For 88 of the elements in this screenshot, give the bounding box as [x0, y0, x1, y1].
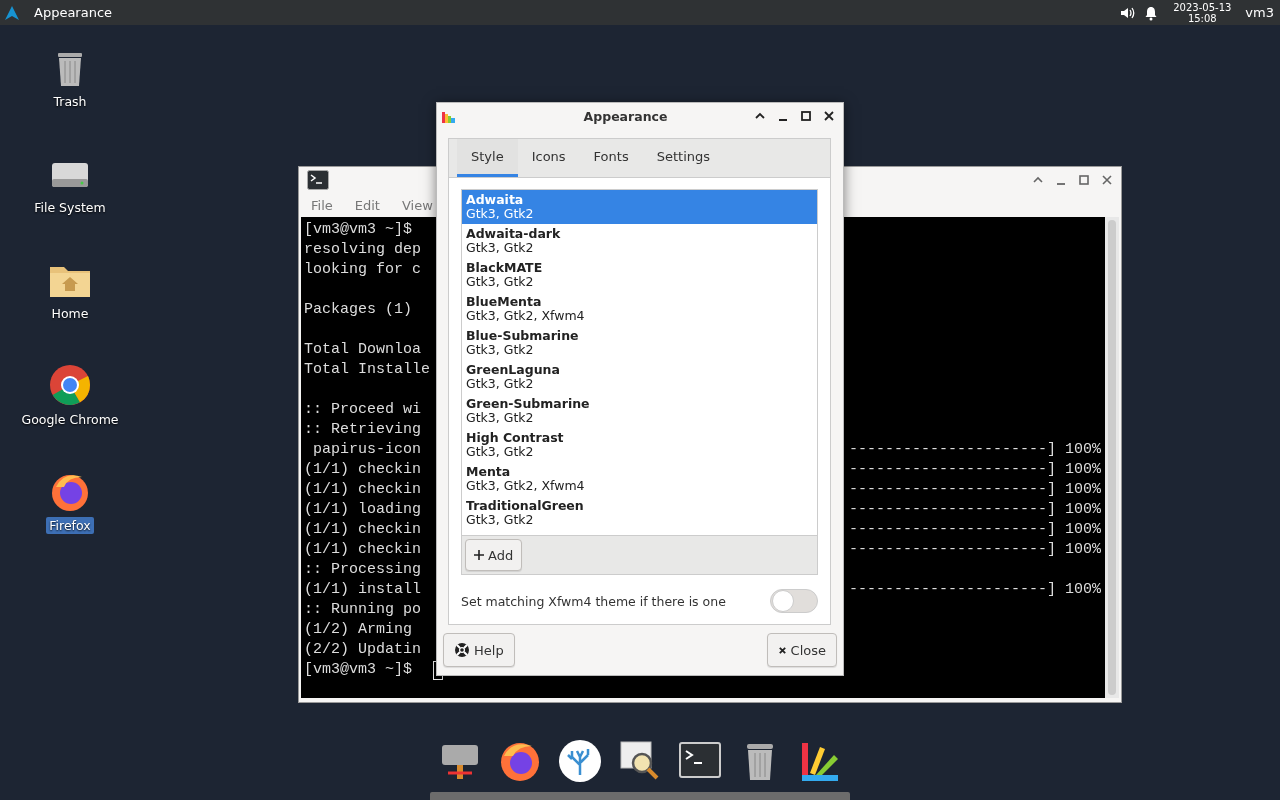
option-label: Set matching Xfwm4 theme if there is one	[461, 593, 726, 609]
theme-list-item[interactable]: Adwaita Gtk3, Gtk2	[462, 190, 817, 224]
terminal-line: resolving dep	[304, 240, 422, 260]
theme-list-item[interactable]: Menta Gtk3, Gtk2, Xfwm4	[462, 462, 817, 496]
theme-name: BlackMATE	[466, 261, 544, 275]
window-title: Appearance	[582, 108, 669, 124]
clock-time: 15:08	[1187, 12, 1217, 24]
clock[interactable]: 2023-05-13 15:08	[1173, 1, 1232, 24]
theme-list-item[interactable]: TraditionalGreen Gtk3, Gtk2	[462, 496, 817, 530]
help-button[interactable]: Help	[443, 633, 515, 667]
theme-engines: Gtk3, Gtk2	[466, 241, 535, 255]
terminal-line-end: ----------------------] 100%	[848, 580, 1101, 600]
terminal-line: (1/1) checkin	[304, 480, 422, 500]
theme-engines: Gtk3, Gtk2	[466, 275, 535, 289]
theme-name: BlueMenta	[466, 295, 543, 309]
theme-engines: Gtk3, Gtk2	[466, 513, 535, 527]
terminal-line-end: ----------------------] 100%	[848, 520, 1101, 540]
theme-engines: Gtk3, Gtk2, Xfwm4	[466, 479, 586, 493]
toggle-switch[interactable]	[770, 589, 818, 613]
terminal-line: papirus-icon	[312, 440, 422, 460]
desktop-icon-label[interactable]: Firefox	[46, 517, 94, 534]
menu-item[interactable]: File	[311, 197, 333, 213]
coral-icon[interactable]	[558, 739, 602, 783]
tab[interactable]: Fonts	[579, 139, 643, 177]
terminal-line-end: ----------------------] 100%	[848, 540, 1101, 560]
terminal-line: (2/2) Updatin	[304, 640, 422, 660]
desktop-icon-label[interactable]: File System	[31, 199, 109, 216]
theme-name: TraditionalGreen	[466, 499, 585, 513]
terminal-line-end: ----------------------] 100%	[848, 460, 1101, 480]
menu-item[interactable]: View	[401, 197, 433, 213]
desktop-icon-label[interactable]: Trash	[50, 93, 90, 110]
theme-name: High Contrast	[466, 431, 565, 445]
terminal-line-end: ----------------------] 100%	[848, 480, 1101, 500]
theme-name: Adwaita	[466, 193, 525, 207]
terminal-icon	[307, 170, 329, 190]
theme-engines: Gtk3, Gtk2, Xfwm4	[466, 309, 586, 323]
terminal-line: Packages (1)	[304, 300, 413, 320]
theme-name: Green-Submarine	[466, 397, 591, 411]
theme-list-item[interactable]: Green-Submarine Gtk3, Gtk2	[462, 394, 817, 428]
terminal-line-end: ----------------------] 100%	[848, 500, 1101, 520]
terminal-line: (1/1) checkin	[304, 460, 422, 480]
plus-icon	[474, 550, 484, 560]
active-window-title: Appearance	[34, 5, 113, 20]
desktop-icon-label[interactable]: Google Chrome	[18, 411, 122, 428]
desktop-icon-label[interactable]: Home	[48, 305, 92, 322]
theme-list-item[interactable]: Blue-Submarine Gtk3, Gtk2	[462, 326, 817, 360]
tab[interactable]: Style	[457, 139, 518, 177]
theme-engines: Gtk3, Gtk2	[466, 343, 535, 357]
terminal-line: (1/1) checkin	[304, 540, 422, 560]
terminal-line: :: Proceed wi	[304, 400, 422, 420]
terminal-line: Total Downloa	[304, 340, 422, 360]
clock-date: 2023-05-13	[1173, 1, 1232, 13]
terminal-line-end: ----------------------] 100%	[848, 440, 1101, 460]
close-icon	[777, 645, 787, 655]
theme-list-item[interactable]: High Contrast Gtk3, Gtk2	[462, 428, 817, 462]
theme-name: Blue-Submarine	[466, 329, 580, 343]
close-button[interactable]: Close	[766, 633, 837, 667]
user-name[interactable]: vm3	[1245, 5, 1274, 20]
terminal-line: looking for c	[304, 260, 422, 280]
terminal-line: :: Running po	[304, 600, 422, 620]
maximize-icon[interactable]	[800, 110, 812, 122]
terminal-line: [vm3@vm3 ~]$	[304, 220, 413, 240]
terminal-line: (1/1) loading	[304, 500, 422, 520]
terminal-line: [vm3@vm3 ~]$	[304, 660, 413, 680]
terminal-line: Total Installe	[304, 360, 431, 380]
add-button[interactable]: Add	[465, 539, 523, 571]
theme-list-item[interactable]: GreenLaguna Gtk3, Gtk2	[462, 360, 817, 394]
theme-name: GreenLaguna	[466, 363, 561, 377]
terminal-line: (1/2) Arming	[304, 620, 413, 640]
terminal-line: (1/1) checkin	[304, 520, 422, 540]
close-icon[interactable]	[823, 110, 835, 122]
tab[interactable]: Icons	[517, 139, 580, 177]
menu-item[interactable]: Edit	[354, 197, 380, 213]
theme-engines: Gtk3, Gtk2	[466, 377, 534, 391]
theme-list-item[interactable]: Adwaita-dark Gtk3, Gtk2	[462, 224, 817, 258]
theme-engines: Gtk3, Gtk2	[466, 411, 535, 425]
terminal-line: (1/1) install	[304, 580, 422, 600]
tab[interactable]: Settings	[642, 139, 724, 177]
app-menu-icon[interactable]	[4, 4, 20, 21]
lifebuoy-icon	[454, 642, 470, 658]
terminal-line: :: Retrieving	[304, 420, 422, 440]
theme-list-item[interactable]: BlueMenta Gtk3, Gtk2, Xfwm4	[462, 292, 817, 326]
theme-engines: Gtk3, Gtk2	[466, 445, 535, 459]
theme-engines: Gtk3, Gtk2	[466, 207, 535, 221]
theme-list-item[interactable]: BlackMATE Gtk3, Gtk2	[462, 258, 817, 292]
theme-name: Menta	[466, 465, 512, 479]
terminal-line: :: Processing	[304, 560, 422, 580]
theme-name: Adwaita-dark	[466, 227, 562, 241]
